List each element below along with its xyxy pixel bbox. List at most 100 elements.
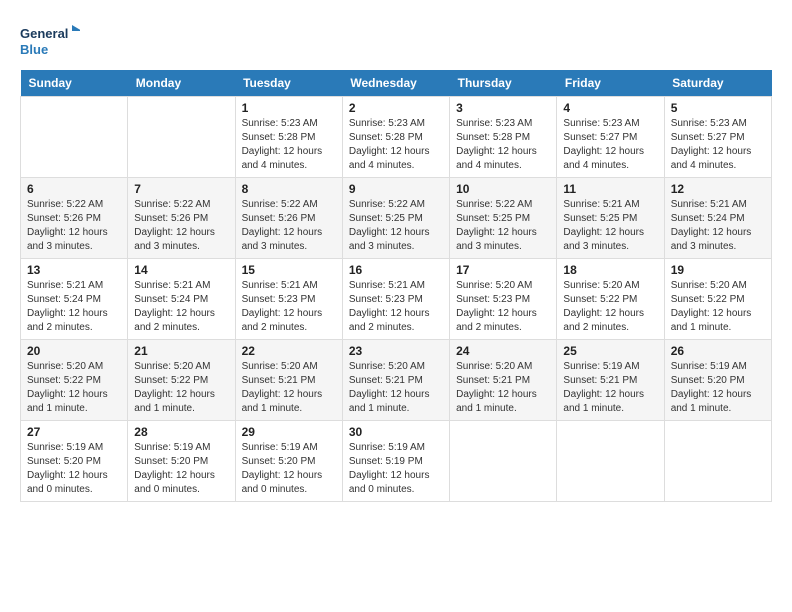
day-info: Sunrise: 5:20 AM Sunset: 5:22 PM Dayligh… bbox=[563, 279, 657, 335]
logo: General Blue bbox=[20, 20, 80, 60]
calendar-cell bbox=[664, 421, 771, 502]
day-number: 27 bbox=[27, 425, 121, 439]
day-number: 11 bbox=[563, 182, 657, 196]
calendar-cell: 6Sunrise: 5:22 AM Sunset: 5:26 PM Daylig… bbox=[21, 178, 128, 259]
day-number: 5 bbox=[671, 101, 765, 115]
day-info: Sunrise: 5:22 AM Sunset: 5:26 PM Dayligh… bbox=[134, 198, 228, 254]
week-row-3: 13Sunrise: 5:21 AM Sunset: 5:24 PM Dayli… bbox=[21, 259, 772, 340]
day-number: 21 bbox=[134, 344, 228, 358]
day-info: Sunrise: 5:21 AM Sunset: 5:25 PM Dayligh… bbox=[563, 198, 657, 254]
calendar-cell: 10 Sunrise: 5:22 AM Sunset: 5:25 PM Dayli… bbox=[450, 178, 557, 259]
day-number: 30 bbox=[349, 425, 443, 439]
day-number: 14 bbox=[134, 263, 228, 277]
page-header: General Blue bbox=[20, 20, 772, 60]
calendar-cell: 4 Sunrise: 5:23 AM Sunset: 5:27 PM Daylig… bbox=[557, 97, 664, 178]
day-info: Sunrise: 5:22 AM Sunset: 5:25 PM Dayligh… bbox=[349, 198, 443, 254]
calendar-cell: 22 Sunrise: 5:20 AM Sunset: 5:21 PM Dayli… bbox=[235, 340, 342, 421]
day-number: 12 bbox=[671, 182, 765, 196]
day-info: Sunrise: 5:22 AM Sunset: 5:26 PM Dayligh… bbox=[242, 198, 336, 254]
day-number: 3 bbox=[456, 101, 550, 115]
col-saturday: Saturday bbox=[664, 70, 771, 97]
week-row-4: 20Sunrise: 5:20 AM Sunset: 5:22 PM Dayli… bbox=[21, 340, 772, 421]
day-info: Sunrise: 5:23 AM Sunset: 5:28 PM Dayligh… bbox=[349, 117, 443, 173]
calendar-cell: 11 Sunrise: 5:21 AM Sunset: 5:25 PM Dayli… bbox=[557, 178, 664, 259]
calendar-cell: 25 Sunrise: 5:19 AM Sunset: 5:21 PM Dayli… bbox=[557, 340, 664, 421]
day-info: Sunrise: 5:20 AM Sunset: 5:23 PM Dayligh… bbox=[456, 279, 550, 335]
col-monday: Monday bbox=[128, 70, 235, 97]
day-number: 7 bbox=[134, 182, 228, 196]
day-number: 1 bbox=[242, 101, 336, 115]
day-info: Sunrise: 5:20 AM Sunset: 5:21 PM Dayligh… bbox=[456, 360, 550, 416]
day-number: 15 bbox=[242, 263, 336, 277]
day-number: 25 bbox=[563, 344, 657, 358]
calendar-cell bbox=[557, 421, 664, 502]
calendar-cell: 30 Sunrise: 5:19 AM Sunset: 5:19 PM Dayli… bbox=[342, 421, 449, 502]
calendar-cell: 21 Sunrise: 5:20 AM Sunset: 5:22 PM Dayli… bbox=[128, 340, 235, 421]
week-row-1: 1 Sunrise: 5:23 AM Sunset: 5:28 PM Daylig… bbox=[21, 97, 772, 178]
week-row-2: 6 Sunrise: 5:22 AM Sunset: 5:26 PM Daylig… bbox=[21, 178, 772, 259]
day-info: Sunrise: 5:19 AM Sunset: 5:20 PM Dayligh… bbox=[671, 360, 765, 416]
logo-svg: General Blue bbox=[20, 20, 80, 60]
day-info: Sunrise: 5:19 AM Sunset: 5:19 PM Dayligh… bbox=[349, 441, 443, 497]
day-info: Sunrise: 5:23 AM Sunset: 5:28 PM Dayligh… bbox=[242, 117, 336, 173]
calendar-cell: 28 Sunrise: 5:19 AM Sunset: 5:20 PM Dayli… bbox=[128, 421, 235, 502]
svg-text:General: General bbox=[20, 26, 68, 41]
calendar-cell: 2 Sunrise: 5:23 AM Sunset: 5:28 PM Daylig… bbox=[342, 97, 449, 178]
day-info: Sunrise: 5:19 AM Sunset: 5:20 PM Dayligh… bbox=[242, 441, 336, 497]
day-number: 4 bbox=[563, 101, 657, 115]
calendar-cell bbox=[450, 421, 557, 502]
calendar-body: 1 Sunrise: 5:23 AM Sunset: 5:28 PM Daylig… bbox=[21, 97, 772, 502]
day-info: Sunrise: 5:23 AM Sunset: 5:27 PM Dayligh… bbox=[671, 117, 765, 173]
day-info: Sunrise: 5:20 AM Sunset: 5:22 PM Dayligh… bbox=[134, 360, 228, 416]
day-number: 23 bbox=[349, 344, 443, 358]
calendar-header: Sunday Monday Tuesday Wednesday Thursday… bbox=[21, 70, 772, 97]
calendar-cell: 29 Sunrise: 5:19 AM Sunset: 5:20 PM Dayli… bbox=[235, 421, 342, 502]
calendar-cell: 7 Sunrise: 5:22 AM Sunset: 5:26 PM Daylig… bbox=[128, 178, 235, 259]
calendar-cell: 19 Sunrise: 5:20 AM Sunset: 5:22 PM Dayli… bbox=[664, 259, 771, 340]
day-number: 22 bbox=[242, 344, 336, 358]
calendar-table: Sunday Monday Tuesday Wednesday Thursday… bbox=[20, 70, 772, 502]
day-info: Sunrise: 5:22 AM Sunset: 5:25 PM Dayligh… bbox=[456, 198, 550, 254]
calendar-cell: 24Sunrise: 5:20 AM Sunset: 5:21 PM Dayli… bbox=[450, 340, 557, 421]
svg-text:Blue: Blue bbox=[20, 42, 48, 57]
week-row-5: 27 Sunrise: 5:19 AM Sunset: 5:20 PM Dayli… bbox=[21, 421, 772, 502]
calendar-cell: 13Sunrise: 5:21 AM Sunset: 5:24 PM Dayli… bbox=[21, 259, 128, 340]
day-info: Sunrise: 5:19 AM Sunset: 5:20 PM Dayligh… bbox=[27, 441, 121, 497]
day-number: 29 bbox=[242, 425, 336, 439]
day-info: Sunrise: 5:21 AM Sunset: 5:23 PM Dayligh… bbox=[349, 279, 443, 335]
day-info: Sunrise: 5:21 AM Sunset: 5:23 PM Dayligh… bbox=[242, 279, 336, 335]
calendar-cell: 16 Sunrise: 5:21 AM Sunset: 5:23 PM Dayli… bbox=[342, 259, 449, 340]
day-number: 6 bbox=[27, 182, 121, 196]
day-info: Sunrise: 5:21 AM Sunset: 5:24 PM Dayligh… bbox=[27, 279, 121, 335]
day-info: Sunrise: 5:19 AM Sunset: 5:21 PM Dayligh… bbox=[563, 360, 657, 416]
day-info: Sunrise: 5:23 AM Sunset: 5:27 PM Dayligh… bbox=[563, 117, 657, 173]
day-number: 10 bbox=[456, 182, 550, 196]
calendar-cell: 27 Sunrise: 5:19 AM Sunset: 5:20 PM Dayli… bbox=[21, 421, 128, 502]
day-number: 8 bbox=[242, 182, 336, 196]
header-row: Sunday Monday Tuesday Wednesday Thursday… bbox=[21, 70, 772, 97]
day-info: Sunrise: 5:21 AM Sunset: 5:24 PM Dayligh… bbox=[671, 198, 765, 254]
calendar-cell: 9Sunrise: 5:22 AM Sunset: 5:25 PM Daylig… bbox=[342, 178, 449, 259]
day-info: Sunrise: 5:20 AM Sunset: 5:21 PM Dayligh… bbox=[349, 360, 443, 416]
calendar-cell: 26Sunrise: 5:19 AM Sunset: 5:20 PM Dayli… bbox=[664, 340, 771, 421]
calendar-cell: 3 Sunrise: 5:23 AM Sunset: 5:28 PM Daylig… bbox=[450, 97, 557, 178]
col-friday: Friday bbox=[557, 70, 664, 97]
day-number: 2 bbox=[349, 101, 443, 115]
day-info: Sunrise: 5:20 AM Sunset: 5:21 PM Dayligh… bbox=[242, 360, 336, 416]
calendar-cell: 8 Sunrise: 5:22 AM Sunset: 5:26 PM Daylig… bbox=[235, 178, 342, 259]
day-info: Sunrise: 5:20 AM Sunset: 5:22 PM Dayligh… bbox=[671, 279, 765, 335]
calendar-cell: 5 Sunrise: 5:23 AM Sunset: 5:27 PM Daylig… bbox=[664, 97, 771, 178]
day-number: 17 bbox=[456, 263, 550, 277]
calendar-cell bbox=[128, 97, 235, 178]
day-number: 16 bbox=[349, 263, 443, 277]
day-number: 19 bbox=[671, 263, 765, 277]
calendar-cell: 12 Sunrise: 5:21 AM Sunset: 5:24 PM Dayli… bbox=[664, 178, 771, 259]
day-number: 18 bbox=[563, 263, 657, 277]
day-info: Sunrise: 5:19 AM Sunset: 5:20 PM Dayligh… bbox=[134, 441, 228, 497]
day-info: Sunrise: 5:21 AM Sunset: 5:24 PM Dayligh… bbox=[134, 279, 228, 335]
day-info: Sunrise: 5:20 AM Sunset: 5:22 PM Dayligh… bbox=[27, 360, 121, 416]
calendar-cell: 20Sunrise: 5:20 AM Sunset: 5:22 PM Dayli… bbox=[21, 340, 128, 421]
day-info: Sunrise: 5:23 AM Sunset: 5:28 PM Dayligh… bbox=[456, 117, 550, 173]
calendar-cell: 17 Sunrise: 5:20 AM Sunset: 5:23 PM Dayli… bbox=[450, 259, 557, 340]
day-number: 28 bbox=[134, 425, 228, 439]
